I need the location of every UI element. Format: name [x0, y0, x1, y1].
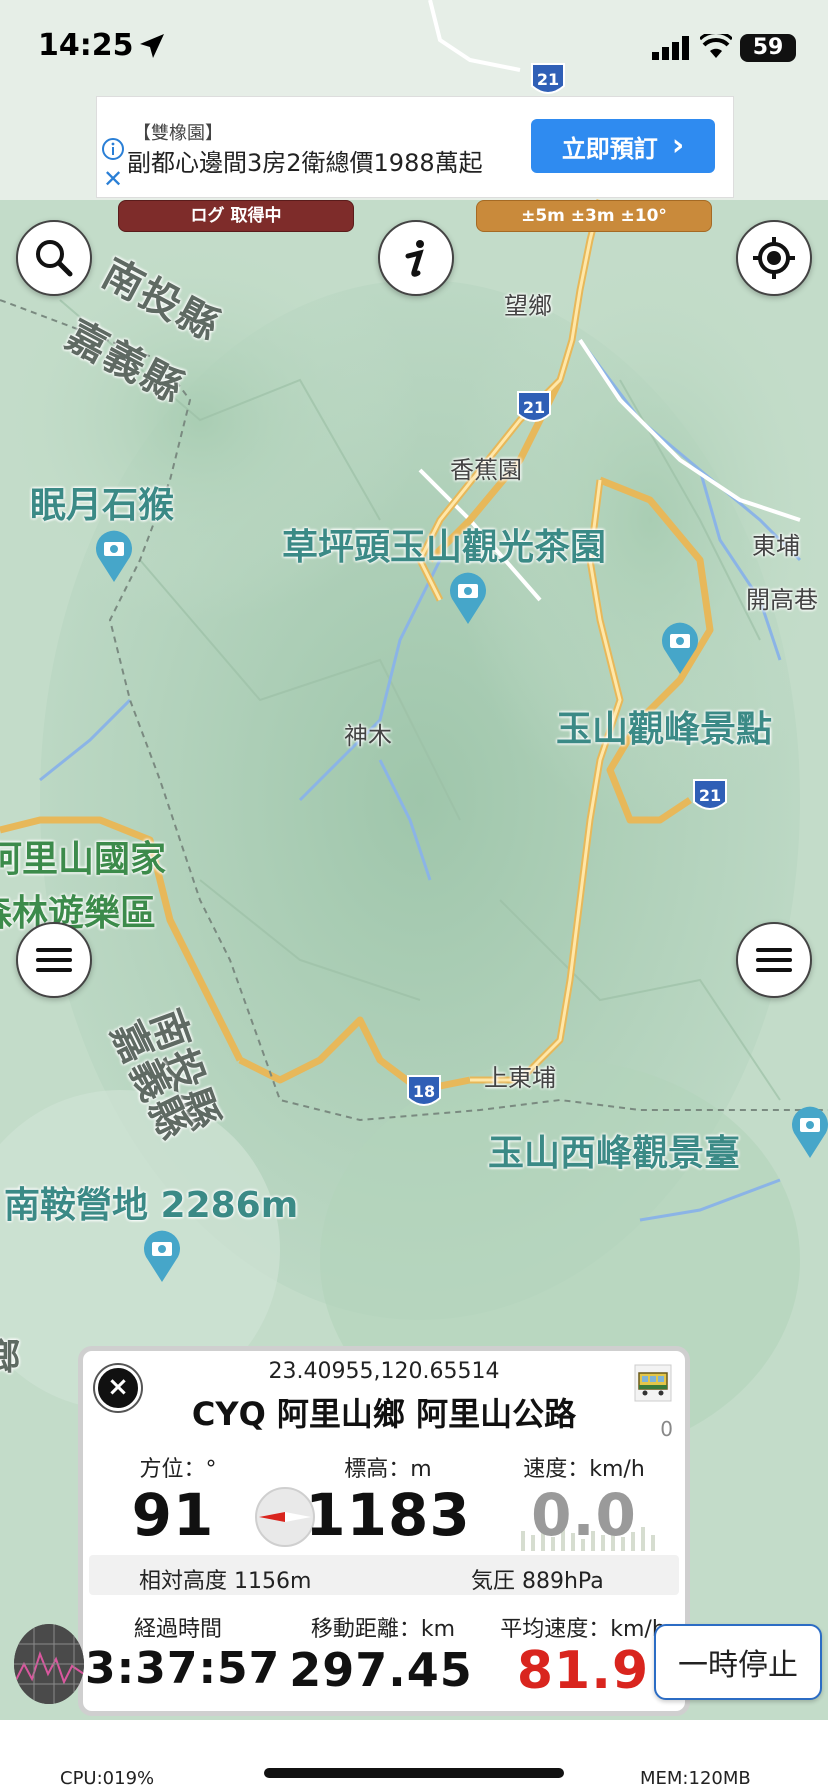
place-label-xiangjiao: 香蕉園	[450, 456, 522, 484]
altitude-label: 標高：m	[344, 1457, 432, 1482]
poi-label-alishan-2[interactable]: 森林遊樂區	[0, 884, 156, 936]
route-shield-21-east: 21	[693, 779, 727, 810]
camera-pin-icon[interactable]	[790, 1106, 828, 1160]
poi-label-alishan-1[interactable]: 阿里山國家	[0, 830, 166, 882]
camera-pin-icon[interactable]	[142, 1230, 182, 1284]
route-shield-text: 21	[537, 70, 559, 89]
poi-label-mianyue[interactable]: 眠月石猴	[30, 476, 174, 528]
azimuth-value: 91	[131, 1481, 215, 1549]
avg-speed-value: 81.9	[516, 1641, 650, 1701]
camera-pin-icon[interactable]	[660, 622, 700, 676]
elapsed-time-value: 3:37:57	[85, 1643, 281, 1694]
poi-label-yushan-viewpoint[interactable]: 玉山觀峰景點	[556, 700, 772, 752]
route-shield-18: 18	[407, 1075, 441, 1106]
ad-info-icon[interactable]	[101, 137, 125, 161]
ad-brand: 【雙橡園】	[133, 123, 223, 144]
hamburger-icon	[756, 948, 792, 972]
memory-usage: MEM:120MB	[640, 1768, 751, 1789]
right-menu-button[interactable]	[736, 922, 812, 998]
coordinates: 23.40955,120.65514	[268, 1359, 500, 1384]
route-shield-21-top: 21	[531, 63, 565, 94]
avg-speed-label: 平均速度：km/h	[500, 1617, 666, 1642]
home-indicator[interactable]	[264, 1768, 564, 1778]
ad-close-icon[interactable]: ✕	[103, 167, 123, 191]
route-shield-text: 21	[699, 786, 721, 805]
tracking-info-panel: × 23.40955,120.65514 CYQ 阿里山鄉 阿里山公路 0 方位…	[78, 1346, 690, 1716]
speed-value: 0.0	[531, 1481, 637, 1549]
info-icon	[405, 240, 424, 277]
place-label-edge: 鄉	[0, 1337, 23, 1378]
gauge-thumbnail[interactable]	[14, 1624, 84, 1704]
train-icon[interactable]	[631, 1361, 675, 1405]
status-time: 14:25	[38, 28, 134, 63]
azimuth-label: 方位：°	[139, 1457, 217, 1482]
poi-label-tea-garden[interactable]: 草坪頭玉山觀光茶園	[282, 518, 606, 570]
air-pressure: 気圧 889hPa	[471, 1569, 604, 1594]
place-label-kaigaoxiang: 開高巷	[746, 586, 818, 614]
bottom-status-bar: CPU:019% MEM:120MB	[0, 1720, 828, 1792]
cellular-signal-icon	[652, 36, 689, 60]
distance-label: 移動距離：km	[310, 1617, 456, 1642]
info-button[interactable]	[378, 220, 454, 296]
cpu-usage: CPU:019%	[60, 1768, 155, 1789]
ad-banner[interactable]: ✕ 【雙橡園】 副都心邊間3房2衛總價1988萬起 立即預訂 ›	[96, 96, 734, 198]
search-icon	[36, 240, 73, 277]
chevron-right-icon: ›	[671, 128, 685, 163]
speed-label: 速度：km/h	[523, 1457, 645, 1482]
distance-value: 297.45	[289, 1643, 473, 1697]
ad-cta-label: 立即預訂	[561, 134, 658, 163]
current-location-button[interactable]	[736, 220, 812, 296]
log-status-pill: ログ 取得中	[118, 200, 354, 232]
hamburger-icon	[36, 948, 72, 972]
location-arrow-icon	[140, 34, 164, 58]
camera-pin-icon[interactable]	[448, 572, 488, 626]
place-label-dongpu: 東埔	[752, 532, 800, 560]
altitude-value: 1183	[305, 1481, 471, 1549]
place-label-shenmu: 神木	[344, 722, 392, 750]
crosshair-icon	[753, 237, 795, 279]
gauge-chart-icon	[14, 1624, 84, 1704]
camera-pin-icon[interactable]	[94, 530, 134, 584]
train-count: 0	[660, 1417, 673, 1441]
relative-altitude-row: 相対高度 1156m 気圧 889hPa	[89, 1555, 679, 1595]
accuracy-pill: ±5m ±3m ±10°	[476, 200, 712, 232]
search-button[interactable]	[16, 220, 92, 296]
poi-label-west-peak[interactable]: 玉山西峰觀景臺	[488, 1124, 740, 1176]
route-shield-21: 21	[517, 391, 551, 422]
route-shield-text: 18	[413, 1082, 435, 1101]
poi-label-camp[interactable]: 南鞍營地 2286m	[4, 1176, 298, 1228]
place-label-wangxiang: 望鄉	[504, 292, 552, 320]
elapsed-time-label: 経過時間	[133, 1617, 222, 1642]
left-menu-button[interactable]	[16, 922, 92, 998]
relative-altitude: 相対高度 1156m	[139, 1569, 312, 1594]
pause-button[interactable]: 一時停止	[654, 1624, 822, 1700]
ad-headline[interactable]: 副都心邊間3房2衛總價1988萬起	[127, 143, 483, 178]
route-shield-text: 21	[523, 398, 545, 417]
wifi-icon	[700, 34, 732, 58]
battery-icon: 59	[740, 34, 796, 62]
location-name: CYQ 阿里山鄉 阿里山公路	[191, 1395, 577, 1433]
place-label-shangdongpu: 上東埔	[484, 1064, 556, 1092]
ad-cta-button[interactable]: 立即預訂 ›	[531, 119, 715, 173]
